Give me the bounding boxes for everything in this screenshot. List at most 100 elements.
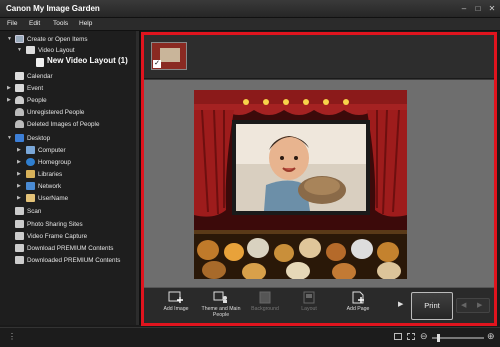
sidebar-item-video-frame-capture[interactable]: Video Frame Capture bbox=[0, 231, 136, 242]
expand-down-icon[interactable]: ▼ bbox=[7, 135, 13, 141]
sidebar-item-unregistered-people[interactable]: Unregistered People bbox=[0, 107, 136, 118]
zoom-in-icon[interactable]: ⊕ bbox=[487, 331, 495, 342]
sidebar-item-label: Libraries bbox=[38, 170, 63, 178]
add-page-button[interactable]: Add Page bbox=[336, 291, 380, 323]
document-icon bbox=[36, 58, 44, 67]
sidebar-item-create-or-open-items[interactable]: ▼ Create or Open Items bbox=[0, 34, 136, 45]
layout-button[interactable]: Layout bbox=[287, 291, 331, 323]
video-layout-icon bbox=[26, 46, 35, 54]
deleted-people-icon bbox=[15, 120, 24, 128]
expand-right-icon[interactable]: ▶ bbox=[17, 147, 23, 153]
close-button[interactable]: ✕ bbox=[486, 3, 498, 14]
background-label: Background bbox=[251, 306, 279, 312]
zoom-out-icon[interactable]: ⊖ bbox=[420, 331, 428, 342]
fit-view-icon[interactable] bbox=[407, 333, 415, 340]
sidebar-menu-icon[interactable]: ⋮ bbox=[8, 332, 16, 341]
layout-label: Layout bbox=[301, 306, 317, 312]
sidebar-item-network[interactable]: ▶ Network bbox=[0, 181, 136, 192]
zoom-slider-thumb[interactable] bbox=[437, 334, 440, 342]
sidebar-item-label: People bbox=[27, 96, 47, 104]
zoom-slider[interactable] bbox=[432, 334, 484, 342]
sidebar-item-photo-sharing-sites[interactable]: Photo Sharing Sites bbox=[0, 219, 136, 230]
edit-area: ✓ Add Image Theme and Main People Backgr… bbox=[141, 32, 497, 326]
background-icon bbox=[259, 291, 271, 304]
expand-right-icon[interactable]: ▶ bbox=[17, 183, 23, 189]
sidebar-item-scan[interactable]: Scan bbox=[0, 206, 136, 217]
add-image-button[interactable]: Add Image bbox=[154, 291, 198, 323]
expand-down-icon[interactable]: ▼ bbox=[7, 36, 13, 42]
sidebar-item-video-layout[interactable]: ▼ Video Layout bbox=[0, 45, 136, 56]
background-button[interactable]: Background bbox=[243, 291, 287, 323]
sidebar-item-label: Photo Sharing Sites bbox=[27, 220, 83, 228]
sidebar-item-label: Downloaded PREMIUM Contents bbox=[27, 256, 121, 264]
add-image-icon bbox=[168, 291, 183, 303]
sidebar-item-computer[interactable]: ▶ Computer bbox=[0, 145, 136, 156]
sidebar-item-label: Event bbox=[27, 84, 44, 92]
sidebar-item-label: Create or Open Items bbox=[27, 35, 88, 43]
expand-right-icon[interactable]: ▶ bbox=[17, 171, 23, 177]
print-button[interactable]: Print bbox=[411, 292, 453, 320]
maximize-button[interactable]: □ bbox=[472, 3, 484, 14]
expand-right-icon[interactable]: ▶ bbox=[7, 85, 13, 91]
full-view-icon[interactable] bbox=[394, 333, 402, 340]
people-icon bbox=[15, 96, 24, 104]
video-layout-preview[interactable] bbox=[194, 90, 407, 279]
sidebar-item-label: Computer bbox=[38, 146, 66, 154]
prev-page-icon[interactable]: ◀ bbox=[461, 301, 466, 309]
download-icon bbox=[15, 244, 24, 252]
page-thumbnail[interactable]: ✓ bbox=[151, 42, 187, 70]
sidebar-item-desktop[interactable]: ▼ Desktop bbox=[0, 133, 136, 144]
sidebar-item-label: Unregistered People bbox=[27, 108, 85, 116]
expand-down-icon[interactable]: ▼ bbox=[17, 47, 23, 53]
network-icon bbox=[26, 182, 35, 190]
sidebar-item-label: Calendar bbox=[27, 72, 53, 80]
theme-icon bbox=[213, 291, 227, 303]
sidebar-item-label: Deleted Images of People bbox=[27, 120, 100, 128]
sidebar-item-people[interactable]: ▶ People bbox=[0, 95, 136, 106]
sidebar-item-label: Desktop bbox=[27, 134, 51, 142]
computer-icon bbox=[26, 146, 35, 154]
expand-right-icon[interactable]: ▶ bbox=[17, 195, 23, 201]
sidebar-item-calendar[interactable]: Calendar bbox=[0, 71, 136, 82]
sidebar-item-label: UserName bbox=[38, 194, 69, 202]
sidebar-item-deleted-images-of-people[interactable]: Deleted Images of People bbox=[0, 119, 136, 130]
add-image-label: Add Image bbox=[163, 306, 189, 312]
sidebar-item-label: Video Layout bbox=[38, 46, 75, 54]
menu-help[interactable]: Help bbox=[79, 20, 92, 27]
sidebar-item-homegroup[interactable]: ▶ Homegroup bbox=[0, 157, 136, 168]
homegroup-icon bbox=[26, 158, 35, 166]
sidebar-item-event[interactable]: ▶ Event bbox=[0, 83, 136, 94]
theater-stage-artwork bbox=[194, 90, 407, 279]
theme-and-main-people-button[interactable]: Theme and Main People bbox=[199, 291, 243, 323]
menu-tools[interactable]: Tools bbox=[53, 20, 68, 27]
add-page-icon bbox=[352, 291, 364, 304]
thumbnail-image bbox=[160, 48, 180, 62]
theme-label: Theme and Main People bbox=[201, 306, 241, 318]
photo-sharing-icon bbox=[15, 220, 24, 228]
libraries-icon bbox=[26, 170, 35, 178]
menu-bar: File Edit Tools Help bbox=[0, 18, 500, 31]
menu-edit[interactable]: Edit bbox=[29, 20, 40, 27]
sidebar-item-downloaded-premium-contents[interactable]: Downloaded PREMIUM Contents bbox=[0, 255, 136, 266]
sidebar-item-username[interactable]: ▶ UserName bbox=[0, 193, 136, 204]
minimize-button[interactable]: – bbox=[458, 3, 470, 14]
expand-right-icon[interactable]: ▶ bbox=[7, 97, 13, 103]
edit-toolbar: Add Image Theme and Main People Backgrou… bbox=[144, 287, 494, 323]
scan-icon bbox=[15, 207, 24, 215]
layout-icon bbox=[303, 291, 315, 304]
desktop-icon bbox=[15, 134, 24, 142]
add-page-label: Add Page bbox=[346, 306, 370, 312]
more-tools-arrow-icon[interactable]: ▶ bbox=[398, 300, 403, 308]
status-bar: ⋮ ⊖ ⊕ bbox=[0, 327, 500, 347]
video-frame-icon bbox=[15, 232, 24, 240]
next-page-icon[interactable]: ▶ bbox=[477, 301, 482, 309]
sidebar-item-download-premium-contents[interactable]: Download PREMIUM Contents bbox=[0, 243, 136, 254]
sidebar-item-libraries[interactable]: ▶ Libraries bbox=[0, 169, 136, 180]
sidebar-item-label: Scan bbox=[27, 207, 42, 215]
menu-file[interactable]: File bbox=[7, 20, 17, 27]
sidebar-item-label: Download PREMIUM Contents bbox=[27, 244, 114, 252]
expand-right-icon[interactable]: ▶ bbox=[17, 159, 23, 165]
sidebar-item-new-video-layout[interactable]: New Video Layout (1) bbox=[0, 56, 136, 68]
checkbox-icon[interactable]: ✓ bbox=[153, 60, 161, 68]
layout-canvas bbox=[144, 80, 494, 287]
